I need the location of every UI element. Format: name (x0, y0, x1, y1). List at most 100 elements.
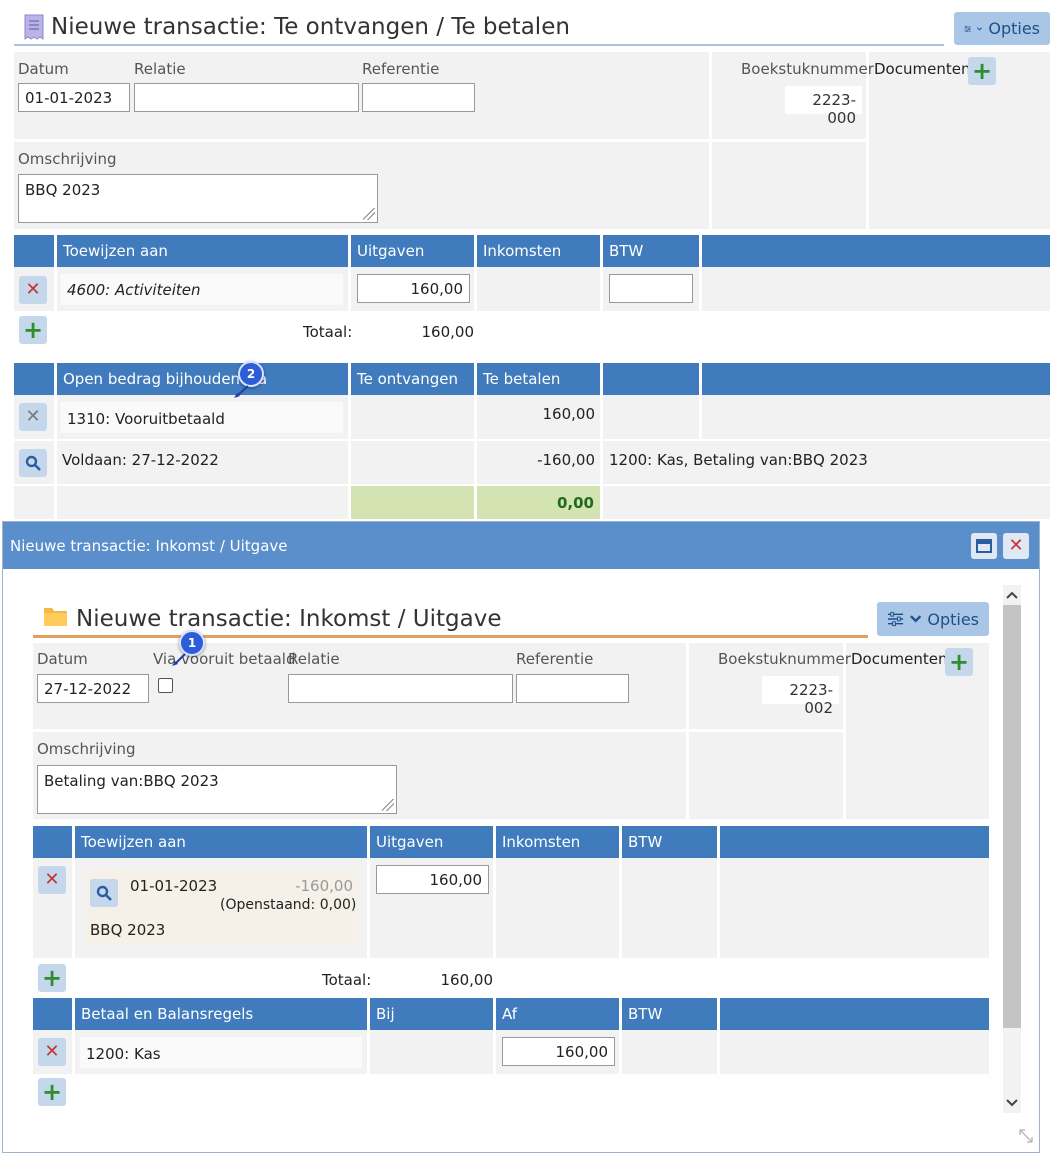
open-header-te-ontvangen: Te ontvangen (351, 363, 474, 395)
dialog-totaal-value: 160,00 (440, 971, 494, 989)
open-header-blank3 (702, 363, 1050, 395)
uitgaven-field[interactable]: 160,00 (357, 274, 470, 303)
dialog-alloc-header-inkomsten: Inkomsten (496, 826, 619, 858)
dialog-referentie-label: Referentie (516, 650, 594, 668)
datum-label: Datum (18, 60, 69, 78)
resize-grip-icon[interactable] (382, 799, 394, 811)
alloc-header-extra (702, 235, 1050, 267)
delete-row-button[interactable]: ✕ (19, 276, 47, 304)
relatie-label: Relatie (134, 60, 186, 78)
plus-icon: + (948, 648, 970, 676)
dialog-alloc-header-blank (33, 826, 72, 858)
dialog-relatie-label: Relatie (288, 650, 340, 668)
omschrijving-field[interactable]: BBQ 2023 (18, 174, 378, 223)
maximize-button[interactable] (971, 533, 997, 559)
receipt-icon (24, 14, 44, 44)
balans-account[interactable]: 1200: Kas (80, 1037, 362, 1068)
referentie-field[interactable] (362, 83, 475, 112)
annotation-arrow-icon (172, 653, 186, 666)
dialog-title-underline (33, 635, 868, 638)
dialog-options-button[interactable]: Opties (877, 602, 989, 636)
open-header-blank2 (603, 363, 699, 395)
dialog-uitgaven-field[interactable]: 160,00 (376, 865, 489, 894)
open-row2-te-betalen: -160,00 (537, 451, 595, 469)
resize-grip-icon[interactable] (363, 208, 375, 220)
documents-panel (869, 52, 1050, 229)
dialog-scrollbar-thumb[interactable] (1003, 605, 1021, 1028)
dialog-delete-row-button[interactable]: ✕ (38, 866, 66, 894)
dialog-alloc-header-toewijzen: Toewijzen aan (75, 826, 367, 858)
dialog-alloc-header-extra (720, 826, 989, 858)
datum-field[interactable]: 01-01-2023 (18, 83, 130, 112)
omschrijving-label: Omschrijving (18, 150, 117, 168)
dialog-title: Nieuwe transactie: Inkomst / Uitgave (76, 606, 502, 632)
delete-open-row-button[interactable]: ✕ (19, 403, 47, 431)
view-payment-button[interactable] (19, 449, 47, 477)
balans-header-blank (33, 998, 72, 1030)
annotation-arrow-icon (234, 385, 249, 398)
close-dialog-button[interactable]: ✕ (1003, 533, 1029, 559)
dialog-omschrijving-field[interactable]: Betaling van:BBQ 2023 (37, 765, 397, 814)
balans-af-field[interactable]: 160,00 (502, 1037, 615, 1066)
scroll-up-icon[interactable] (1005, 589, 1019, 601)
open-row1-te-betalen: 160,00 (542, 405, 596, 423)
dialog-alloc-cell (622, 858, 717, 958)
balans-delete-row-button[interactable]: ✕ (38, 1038, 66, 1066)
documenten-label: Documenten (874, 60, 971, 78)
dialog-add-row-button[interactable]: + (38, 964, 66, 992)
totaal-value: 160,00 (421, 323, 475, 341)
plus-icon: + (22, 316, 44, 344)
open-account[interactable]: 1310: Vooruitbetaald (61, 402, 343, 433)
balans-add-row-button[interactable]: + (38, 1078, 66, 1106)
page-title: Nieuwe transactie: Te ontvangen / Te bet… (51, 14, 570, 40)
close-icon: ✕ (44, 1041, 60, 1062)
dialog-titlebar[interactable]: Nieuwe transactie: Inkomst / Uitgave (3, 522, 1039, 569)
linked-date: 01-01-2023 (130, 877, 218, 895)
open-header-blank (14, 363, 54, 395)
total-row-cell (14, 486, 54, 519)
btw-field[interactable] (609, 274, 693, 303)
plus-icon: + (41, 1078, 63, 1106)
alloc-header-uitgaven: Uitgaven (351, 235, 474, 267)
add-document-button[interactable]: + (968, 57, 996, 85)
balans-header-af: Af (496, 998, 619, 1030)
alloc-row-cell (477, 267, 600, 311)
dialog-datum-label: Datum (37, 650, 88, 668)
alloc-row-cell (702, 267, 1050, 311)
via-vooruit-checkbox[interactable] (158, 678, 173, 693)
balans-cell (370, 1030, 493, 1074)
alloc-header-inkomsten: Inkomsten (477, 235, 600, 267)
close-icon: ✕ (25, 279, 41, 300)
search-icon (96, 885, 112, 901)
alloc-account[interactable]: 4600: Activiteiten (61, 274, 343, 305)
dialog-relatie-field[interactable] (288, 674, 513, 703)
view-linked-transaction-button[interactable] (90, 879, 118, 907)
dialog-window-title: Nieuwe transactie: Inkomst / Uitgave (10, 537, 288, 555)
search-icon (25, 455, 41, 471)
plus-icon: + (971, 57, 993, 85)
dialog-referentie-field[interactable] (516, 674, 629, 703)
options-button[interactable]: Opties (954, 12, 1050, 45)
linked-amount: -160,00 (295, 877, 353, 895)
dialog-alloc-cell (720, 858, 989, 958)
title-underline (14, 44, 944, 46)
add-row-button[interactable]: + (19, 316, 47, 344)
dialog-omschrijving-label: Omschrijving (37, 740, 136, 758)
relatie-field[interactable] (134, 83, 359, 112)
balans-header-bij: Bij (370, 998, 493, 1030)
resize-icon[interactable] (1018, 1128, 1034, 1144)
close-icon: ✕ (44, 869, 60, 890)
close-icon: ✕ (25, 406, 41, 427)
alloc-header-toewijzen: Toewijzen aan (57, 235, 348, 267)
open-header-bedrag: Open bedrag bijhouden via (57, 363, 348, 395)
scroll-down-icon[interactable] (1005, 1097, 1019, 1109)
balance-total: 0,00 (477, 486, 600, 519)
chevron-down-icon (977, 26, 983, 31)
boekstuknummer-value: 2223-000 (785, 86, 862, 127)
plus-icon: + (41, 964, 63, 992)
dialog-omschrijving-text: Betaling van:BBQ 2023 (44, 772, 219, 790)
dialog-datum-field[interactable]: 27-12-2022 (37, 674, 149, 703)
dialog-options-label: Opties (927, 609, 979, 629)
balans-header-extra (720, 998, 989, 1030)
dialog-add-document-button[interactable]: + (945, 648, 973, 676)
